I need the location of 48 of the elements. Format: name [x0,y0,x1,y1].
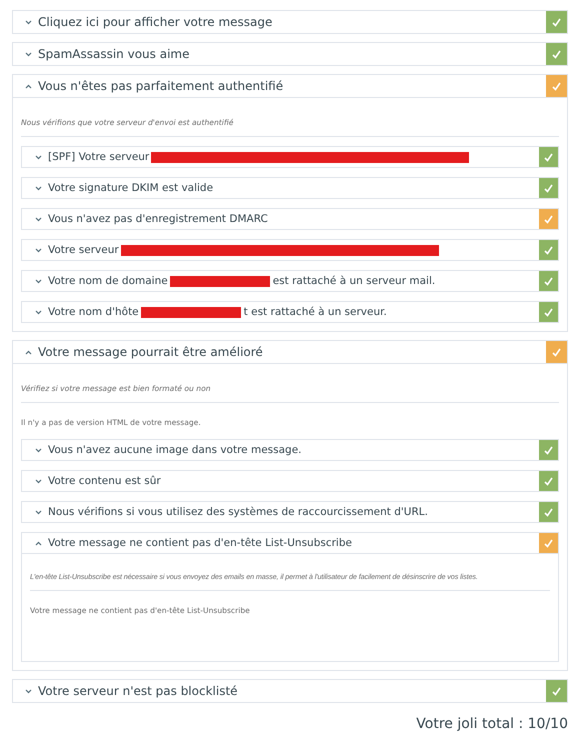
check-item-header[interactable]: Votre nom d'hôte t est rattaché à un serveur. [22,302,558,322]
check-item-header[interactable]: Votre signature DKIM est valide [22,178,558,198]
check-icon [544,476,553,486]
check-label: Nous vérifions si vous utilisez des systèmes de raccourcissement d'URL. [48,506,428,518]
section-header[interactable]: Votre message pourrait être amélioré [13,341,567,364]
check-icon [544,214,553,224]
check-label: Votre nom d'hôte [48,306,139,318]
section-title: Cliquez ici pour afficher votre message [38,15,272,29]
check-icon [552,50,561,58]
check-icon [544,184,553,192]
check-item-header[interactable]: [SPF] Votre serveur [22,147,558,167]
check-item-header[interactable]: Votre serveur [22,240,558,260]
check-icon [544,308,553,316]
check-item-header[interactable]: Vous n'avez pas d'enregistrement DMARC [22,209,558,229]
total-score: Votre joli total : 10/10 [416,716,568,732]
check-item-header[interactable]: Vous n'avez aucune image dans votre message. [22,440,558,460]
check-item-header[interactable]: Votre message ne contient pas d'en-tête List-Unsubscribe [22,533,558,554]
check-label: est rattaché à un serveur mail. [272,275,436,287]
check-icon [552,82,561,90]
check-icon [544,508,553,516]
section-header[interactable]: Cliquez ici pour afficher votre message [13,11,567,33]
check-icon [552,686,561,696]
check-icon [552,348,561,356]
check-label: Votre message ne contient pas d'en-tête List-Unsubscribe [48,537,352,549]
check-label: t est rattaché à un serveur. [244,306,387,318]
check-icon [544,152,553,162]
check-item-header[interactable]: Votre nom de domaine est rattaché à un serveur mail. [22,271,558,291]
check-label: Vous n'avez aucune image dans votre message. [48,444,302,456]
check-label: Votre contenu est sûr [48,475,161,487]
section-title: SpamAssassin vous aime [38,47,190,61]
section-header[interactable]: Votre serveur n'est pas blocklisté [13,680,567,702]
section-header[interactable]: SpamAssassin vous aime [13,43,567,65]
check-label: Vous n'avez pas d'enregistrement DMARC [48,213,268,225]
section-title: Vous n'êtes pas parfaitement authentifié [38,79,284,93]
check-label: Votre nom de domaine [48,275,168,287]
check-label: Votre serveur [48,244,119,256]
check-label: Votre signature DKIM est valide [48,182,214,194]
section-title: Votre serveur n'est pas blocklisté [38,684,238,698]
check-icon [544,246,553,254]
section-title: Votre message pourrait être amélioré [38,345,263,359]
section-header[interactable]: Vous n'êtes pas parfaitement authentifié [13,75,567,98]
check-icon [552,18,561,26]
check-item-header[interactable]: Nous vérifions si vous utilisez des systèmes de raccourcissement d'URL. [22,502,558,522]
check-label: [SPF] Votre serveur [48,151,150,163]
check-item-header[interactable]: Votre contenu est sûr [22,471,558,491]
check-icon [544,446,553,454]
check-icon [544,276,553,286]
check-icon [544,538,553,548]
